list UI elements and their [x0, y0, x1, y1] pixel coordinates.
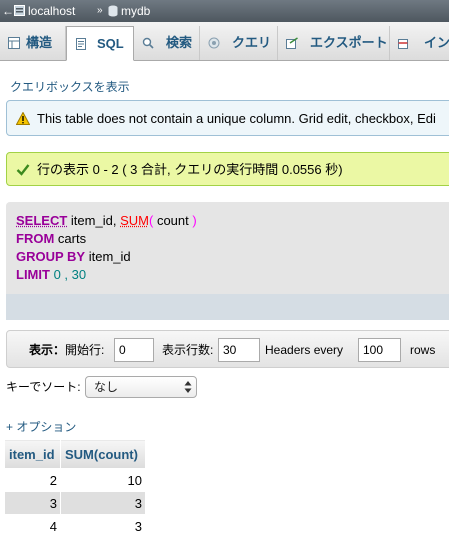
table-cell: 3	[4, 491, 61, 515]
show-query-box-link[interactable]: クエリボックスを表示	[10, 78, 130, 95]
table-row[interactable]: 2 10	[4, 468, 146, 492]
options-link[interactable]: + オプション	[6, 418, 76, 435]
sql-line-select: SELECT item_id, SUM( count )	[16, 212, 449, 230]
tab-search[interactable]: 検索	[134, 26, 200, 60]
sql-limit-count: 30	[71, 267, 87, 282]
query-icon	[208, 37, 220, 49]
back-arrow-icon[interactable]: ←	[2, 2, 14, 20]
pagination-bar: 表示： 開始行: 表示行数: Headers every rows	[6, 330, 449, 368]
column-header-sum-count[interactable]: SUM(count)	[60, 439, 146, 469]
sql-table-name: carts	[57, 231, 87, 246]
tab-structure-label: 構造	[26, 35, 53, 50]
breadcrumb-database[interactable]: mydb	[121, 0, 150, 22]
start-row-label: 開始行:	[65, 343, 105, 357]
sql-group-column: item_id	[88, 249, 131, 264]
export-icon	[286, 37, 298, 49]
start-row-input[interactable]	[114, 338, 154, 362]
sql-paren-close: )	[192, 213, 197, 228]
tab-import-label: イン	[424, 35, 449, 50]
tab-sql-label: SQL	[97, 36, 124, 51]
sql-keyword-group-by: GROUP BY	[16, 249, 86, 264]
sort-by-key-value: なし	[94, 380, 119, 394]
check-icon	[16, 164, 30, 176]
sql-column-count: count	[156, 213, 189, 228]
structure-icon	[8, 37, 20, 49]
show-label: 表示：	[29, 343, 66, 357]
column-header-item-id[interactable]: item_id	[4, 439, 61, 469]
success-notice: 行の表示 0 - 2 ( 3 合計, クエリの実行時間 0.0556 秒)	[6, 152, 449, 186]
results-table: item_id SUM(count) 2 10 3 3 4 3	[4, 439, 146, 538]
tab-sql[interactable]: SQL	[66, 26, 134, 61]
sql-line-limit: LIMIT 0 , 30	[16, 266, 449, 284]
tab-structure[interactable]: 構造	[0, 26, 66, 60]
rows-suffix-label: rows	[410, 343, 436, 357]
sql-query-box: SELECT item_id, SUM( count ) FROM carts …	[6, 202, 449, 320]
sort-by-key-label: キーでソート:	[6, 380, 81, 394]
breadcrumb-separator: »	[97, 5, 103, 16]
sql-line-from: FROM carts	[16, 230, 449, 248]
sql-column-item-id: item_id,	[70, 213, 117, 228]
rows-count-label: 表示行数:	[162, 343, 214, 357]
rows-count-input[interactable]	[218, 338, 260, 362]
table-cell: 3	[60, 491, 146, 515]
tab-bar: 構造 SQL 検索 クエリ エクスポート イン	[0, 22, 449, 61]
top-breadcrumb-bar: ← localhost » mydb	[0, 0, 449, 22]
search-icon	[142, 37, 154, 49]
table-cell: 3	[60, 514, 146, 538]
sql-limit-separator: ,	[64, 267, 69, 282]
tab-export-label: エクスポート	[310, 35, 388, 50]
tab-query-label: クエリ	[232, 35, 272, 50]
warning-text: This table does not contain a unique col…	[37, 111, 436, 126]
sql-code: SELECT item_id, SUM( count ) FROM carts …	[16, 212, 449, 288]
table-cell: 10	[60, 468, 146, 492]
warning-icon	[16, 112, 30, 125]
headers-every-input[interactable]	[358, 338, 401, 362]
sql-paren-open: (	[148, 213, 154, 228]
select-arrows-icon	[184, 381, 192, 393]
sql-keyword-from: FROM	[16, 231, 55, 246]
server-icon	[14, 5, 25, 16]
sql-limit-start: 0	[53, 267, 61, 282]
sql-line-group-by: GROUP BY item_id	[16, 248, 449, 266]
headers-every-label: Headers every	[265, 343, 344, 357]
sql-function-sum[interactable]: SUM	[120, 213, 149, 228]
database-icon	[108, 5, 118, 17]
results-header-row: item_id SUM(count)	[4, 439, 146, 469]
breadcrumb-server[interactable]: localhost	[28, 0, 75, 22]
import-icon	[398, 39, 408, 49]
tab-search-label: 検索	[166, 35, 193, 50]
tab-query[interactable]: クエリ	[200, 26, 278, 60]
success-text: 行の表示 0 - 2 ( 3 合計, クエリの実行時間 0.0556 秒)	[37, 162, 343, 177]
sort-by-key-select[interactable]: なし	[85, 376, 197, 398]
sql-box-footer	[6, 294, 449, 320]
table-cell: 2	[4, 468, 61, 492]
table-row[interactable]: 3 3	[4, 491, 146, 515]
sql-keyword-select[interactable]: SELECT	[16, 213, 67, 228]
table-cell: 4	[4, 514, 61, 538]
sql-keyword-limit: LIMIT	[16, 267, 50, 282]
tab-import[interactable]: イン	[390, 26, 449, 60]
table-row[interactable]: 4 3	[4, 514, 146, 538]
tab-export[interactable]: エクスポート	[278, 26, 390, 60]
sql-icon	[76, 38, 86, 50]
warning-notice: This table does not contain a unique col…	[6, 100, 449, 136]
